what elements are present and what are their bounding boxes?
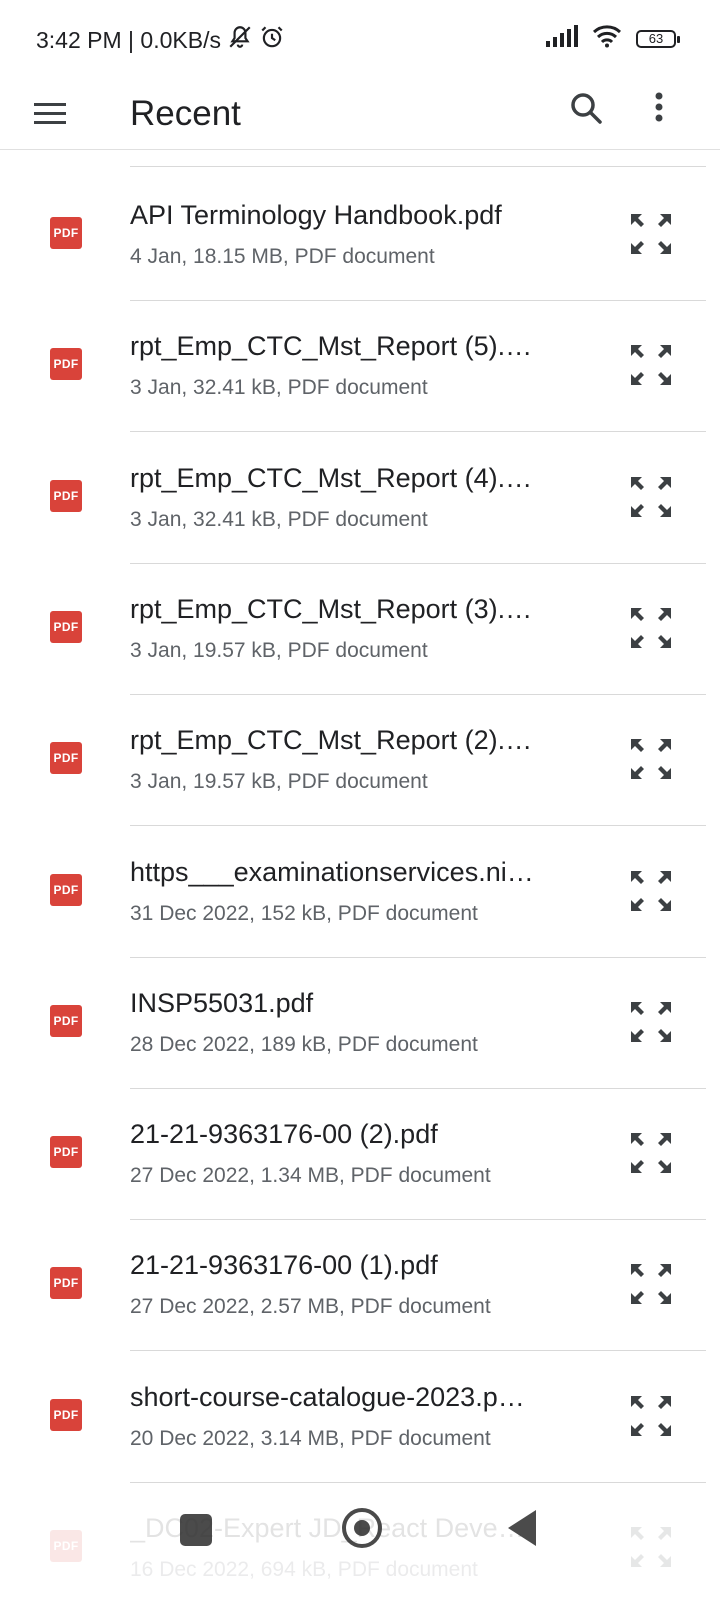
file-name: rpt_Emp_CTC_Mst_Report (2).… — [130, 725, 533, 756]
navigation-bar — [0, 1490, 720, 1600]
file-name: https___examinationservices.ni… — [130, 856, 534, 887]
fullscreen-icon[interactable] — [628, 1393, 674, 1439]
file-name: API Terminology Handbook.pdf — [130, 200, 502, 230]
pdf-file-icon: PDF — [50, 1398, 82, 1431]
list-item[interactable]: PDF 21-21-9363176-00 (2).pdf 27 Dec 2022, … — [0, 1086, 720, 1221]
page-title: Recent — [130, 94, 241, 133]
file-name: rpt_Emp_CTC_Mst_Report (4).… — [130, 462, 533, 493]
battery-icon: 63 — [636, 28, 680, 50]
recent-file-list[interactable]: PDF API Terminology Handbook.pdf 4 Jan, 18… — [0, 150, 720, 1600]
file-meta: 4 Jan, 18.15 MB, PDF document — [130, 245, 435, 268]
file-meta: 20 Dec 2022, 3.14 MB, PDF document — [130, 1426, 491, 1450]
menu-icon — [34, 103, 66, 124]
fullscreen-icon[interactable] — [628, 605, 674, 651]
pdf-file-icon: PDF — [50, 873, 82, 906]
battery-level: 63 — [636, 29, 676, 48]
file-name: short-course-catalogue-2023.p… — [130, 1381, 525, 1412]
home-icon[interactable] — [342, 1508, 382, 1548]
more-options-button[interactable] — [651, 88, 693, 130]
pdf-file-icon: PDF — [50, 610, 82, 643]
fullscreen-icon[interactable] — [628, 342, 674, 388]
alarm-icon — [259, 24, 285, 56]
file-name: rpt_Emp_CTC_Mst_Report (5).… — [130, 331, 533, 362]
app-bar: Recent — [0, 80, 720, 150]
status-icons: 63 — [546, 24, 680, 53]
list-item[interactable]: PDF 21-21-9363176-00 (1).pdf 27 Dec 2022, … — [0, 1217, 720, 1352]
mute-icon — [227, 24, 253, 56]
back-icon[interactable] — [508, 1510, 536, 1546]
list-item[interactable]: PDF rpt_Emp_CTC_Mst_Report (3).… 3 Jan, 19… — [0, 561, 720, 695]
search-button[interactable] — [566, 88, 608, 130]
fullscreen-icon[interactable] — [628, 1130, 674, 1176]
fullscreen-icon[interactable] — [628, 999, 674, 1045]
file-name: 21-21-9363176-00 (2).pdf — [130, 1119, 438, 1150]
home-icon-dot — [354, 1520, 370, 1536]
file-meta: 3 Jan, 19.57 kB, PDF document — [130, 638, 428, 662]
status-time: 3:42 PM | 0.0KB/s — [36, 26, 221, 53]
file-name: 21-21-9363176-00 (1).pdf — [130, 1250, 438, 1281]
battery-tip — [677, 35, 680, 43]
fullscreen-icon[interactable] — [628, 736, 674, 782]
fullscreen-icon[interactable] — [628, 211, 674, 257]
signal-icon — [546, 25, 578, 52]
file-meta: 31 Dec 2022, 152 kB, PDF document — [130, 901, 478, 925]
pdf-file-icon: PDF — [50, 217, 82, 249]
pdf-file-icon: PDF — [50, 1004, 82, 1037]
file-meta: 28 Dec 2022, 189 kB, PDF document — [130, 1032, 478, 1056]
menu-button[interactable] — [30, 92, 72, 134]
list-item[interactable]: PDF rpt_Emp_CTC_Mst_Report (2).… 3 Jan, 19… — [0, 692, 720, 827]
fullscreen-icon[interactable] — [628, 1261, 674, 1307]
file-meta: 3 Jan, 32.41 kB, PDF document — [130, 376, 428, 400]
list-item[interactable]: PDF API Terminology Handbook.pdf 4 Jan, 18… — [0, 167, 720, 301]
list-item[interactable]: PDF rpt_Emp_CTC_Mst_Report (5).… 3 Jan, 32… — [0, 298, 720, 433]
file-meta: 3 Jan, 19.57 kB, PDF document — [130, 770, 428, 794]
fullscreen-icon[interactable] — [628, 868, 674, 914]
file-meta: 27 Dec 2022, 2.57 MB, PDF document — [130, 1295, 491, 1319]
fullscreen-icon[interactable] — [628, 474, 674, 520]
pdf-file-icon: PDF — [50, 348, 82, 381]
wifi-icon — [592, 24, 622, 53]
search-icon — [571, 93, 602, 124]
pdf-file-icon: PDF — [50, 1136, 82, 1169]
file-name: rpt_Emp_CTC_Mst_Report (3).… — [130, 593, 533, 624]
pdf-file-icon: PDF — [50, 742, 82, 775]
status-left: 3:42 PM | 0.0KB/s — [36, 24, 285, 56]
list-item[interactable]: PDF INSP55031.pdf 28 Dec 2022, 189 kB, PDF… — [0, 955, 720, 1089]
list-item[interactable]: PDF https___examinationservices.ni… 31 Dec… — [0, 824, 720, 958]
recents-icon[interactable] — [180, 1514, 212, 1546]
list-item[interactable]: PDF short-course-catalogue-2023.p… 20 Dec … — [0, 1349, 720, 1483]
pdf-file-icon: PDF — [50, 479, 82, 512]
status-bar: 3:42 PM | 0.0KB/s 63 — [0, 0, 720, 80]
file-meta: 3 Jan, 32.41 kB, PDF document — [130, 507, 428, 531]
pdf-file-icon: PDF — [50, 1267, 82, 1300]
list-item[interactable]: PDF rpt_Emp_CTC_Mst_Report (4).… 3 Jan, 32… — [0, 430, 720, 564]
more-vert-icon — [655, 92, 663, 122]
file-name: INSP55031.pdf — [130, 987, 314, 1018]
file-meta: 27 Dec 2022, 1.34 MB, PDF document — [130, 1164, 491, 1188]
